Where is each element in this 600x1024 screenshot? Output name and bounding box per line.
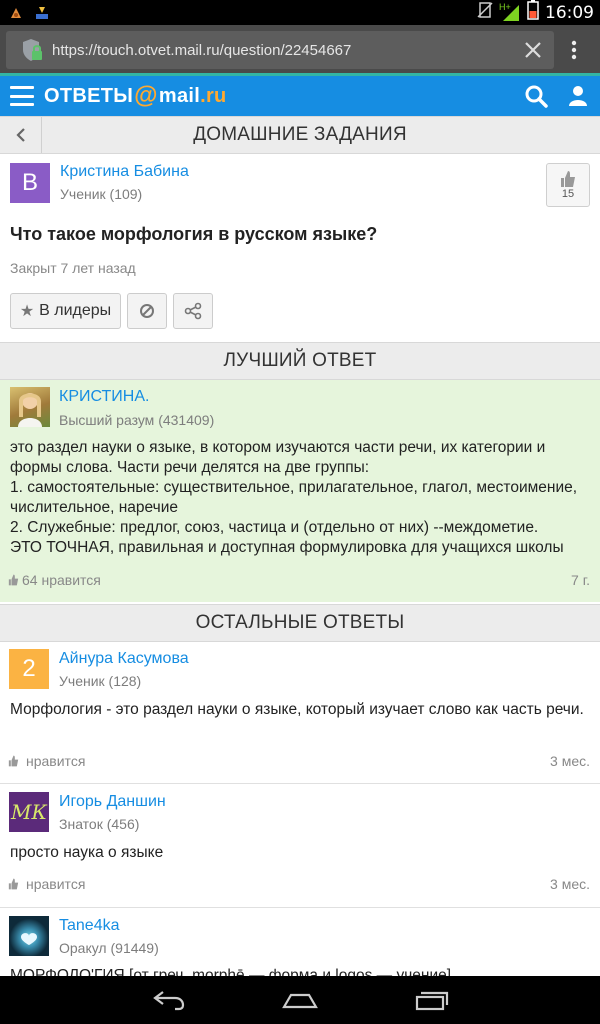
best-answer-likes[interactable]: 64 нравится xyxy=(8,572,101,588)
thumbs-up-icon xyxy=(8,755,19,767)
question-status: Закрыт 7 лет назад xyxy=(10,260,136,276)
status-bar: H+ 16:09 xyxy=(0,0,600,25)
answer-avatar[interactable]: МК xyxy=(9,792,49,832)
answer-age: 3 мес. xyxy=(550,753,590,769)
best-answer-age: 7 г. xyxy=(571,572,590,588)
thumbs-up-icon xyxy=(561,171,575,187)
answer-divider xyxy=(0,907,600,908)
signal-icon: H+ xyxy=(499,2,521,22)
status-time: 16:09 xyxy=(545,2,594,23)
more-vert-icon xyxy=(571,40,577,60)
answer-text: Морфология - это раздел науки о языке, к… xyxy=(10,701,584,718)
profile-button[interactable] xyxy=(556,76,600,116)
answer-author-rank: Ученик (128) xyxy=(59,673,142,689)
back-button[interactable] xyxy=(0,117,42,153)
category-header: ДОМАШНИЕ ЗАДАНИЯ xyxy=(0,116,600,154)
thumbs-up-icon xyxy=(8,878,19,890)
address-bar[interactable]: https://touch.otvet.mail.ru/question/224… xyxy=(6,31,554,69)
star-icon: ★ xyxy=(19,303,35,320)
question-like-button[interactable]: 15 xyxy=(546,163,590,207)
answer-author-name[interactable]: Айнура Касумова xyxy=(59,650,189,668)
share-icon xyxy=(184,302,202,320)
answer-author-rank: Знаток (456) xyxy=(59,816,140,832)
chevron-left-icon xyxy=(15,128,25,142)
home-nav-button[interactable] xyxy=(272,980,328,1020)
other-answers-header: ОСТАЛЬНЫЕ ОТВЕТЫ xyxy=(0,604,600,642)
block-icon xyxy=(140,304,154,318)
battery-icon xyxy=(527,0,539,25)
answer-author-name[interactable]: Tane4ka xyxy=(59,917,120,935)
eye-avatar-icon xyxy=(21,933,37,945)
answer-age: 3 мес. xyxy=(550,876,590,892)
report-button[interactable] xyxy=(127,293,167,329)
recents-nav-button[interactable] xyxy=(403,980,459,1020)
notification-icon xyxy=(8,5,24,21)
best-answer-avatar[interactable] xyxy=(10,387,50,427)
answer-avatar[interactable] xyxy=(9,916,49,956)
user-icon xyxy=(569,86,587,106)
question-author-avatar[interactable]: B xyxy=(10,163,50,203)
thumbs-up-icon xyxy=(8,574,19,586)
answer-author-name[interactable]: Игорь Даншин xyxy=(59,793,166,811)
question-like-count: 15 xyxy=(561,188,575,200)
home-icon xyxy=(282,993,318,1009)
answer-divider xyxy=(0,783,600,784)
answer-likes[interactable]: нравится xyxy=(8,876,85,892)
best-answer-author-name[interactable]: КРИСТИНА. xyxy=(59,388,149,406)
question-author-name[interactable]: Кристина Бабина xyxy=(60,163,189,181)
add-to-leaders-button[interactable]: ★ В лидеры xyxy=(10,293,121,329)
answer-avatar[interactable]: 2 xyxy=(9,649,49,689)
best-answer-author-rank: Высший разум (431409) xyxy=(59,412,215,428)
browser-toolbar: https://touch.otvet.mail.ru/question/224… xyxy=(0,25,600,75)
site-logo[interactable]: ОТВЕТЫ @ mail. ru xyxy=(44,82,227,110)
recent-apps-icon xyxy=(415,991,449,1011)
best-answer-text: это раздел науки о языке, в котором изуч… xyxy=(10,439,578,556)
menu-icon[interactable] xyxy=(10,86,34,106)
question-author-rank: Ученик (109) xyxy=(60,186,143,202)
download-notification-icon xyxy=(34,5,50,21)
close-icon xyxy=(525,42,541,58)
question-title: Что такое морфология в русском языке? xyxy=(10,224,378,244)
answer-text: просто наука о языке xyxy=(10,844,164,861)
answer-author-rank: Оракул (91449) xyxy=(59,940,159,956)
photo-avatar-icon xyxy=(18,393,42,427)
site-header: ОТВЕТЫ @ mail. ru xyxy=(0,76,600,116)
back-arrow-icon xyxy=(153,991,185,1011)
secure-lock-icon xyxy=(16,35,46,65)
system-navigation-bar xyxy=(0,976,600,1024)
url-text: https://touch.otvet.mail.ru/question/224… xyxy=(52,41,352,59)
browser-menu-button[interactable] xyxy=(554,30,594,70)
search-icon xyxy=(525,85,548,108)
share-button[interactable] xyxy=(173,293,213,329)
best-answer-header: ЛУЧШИЙ ОТВЕТ xyxy=(0,342,600,380)
back-nav-button[interactable] xyxy=(141,980,197,1020)
category-title: ДОМАШНИЕ ЗАДАНИЯ xyxy=(193,124,407,145)
no-sim-icon xyxy=(477,1,493,24)
search-button[interactable] xyxy=(516,76,556,116)
answer-likes[interactable]: нравится xyxy=(8,753,85,769)
clear-url-button[interactable] xyxy=(520,37,546,63)
